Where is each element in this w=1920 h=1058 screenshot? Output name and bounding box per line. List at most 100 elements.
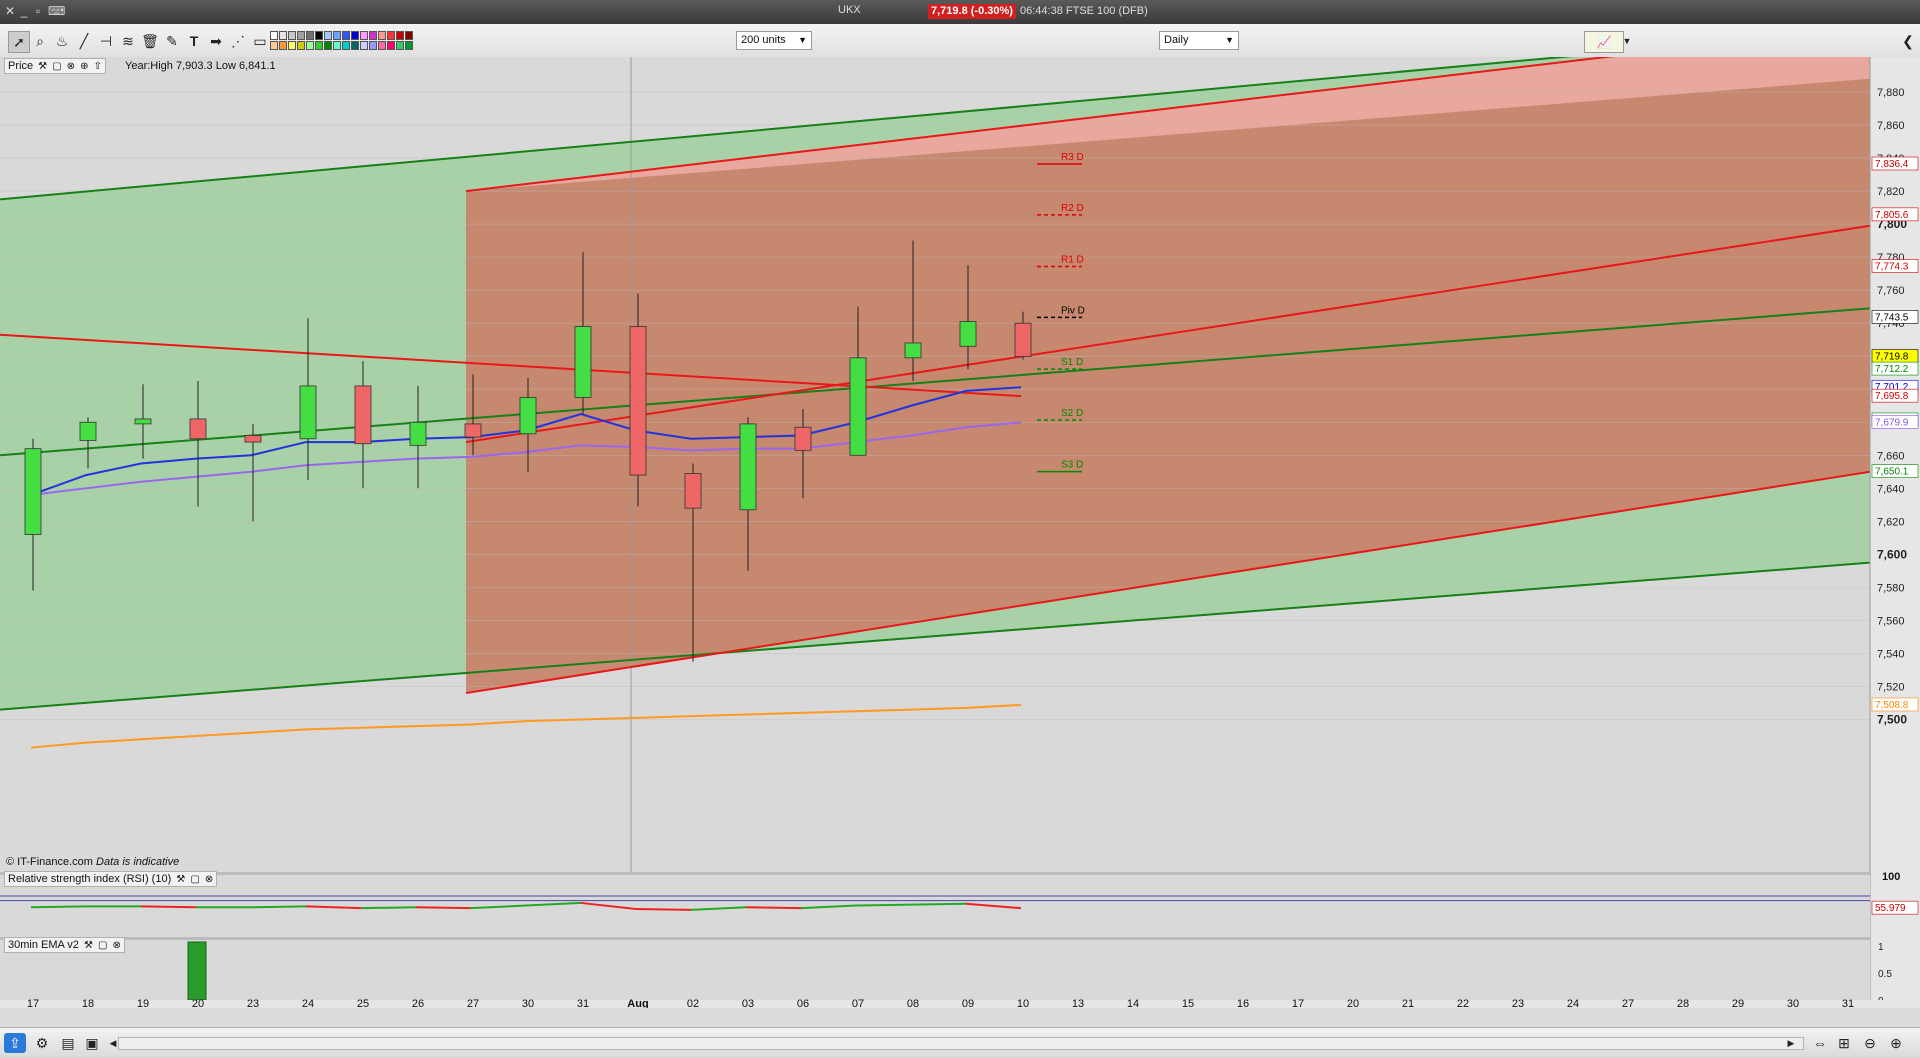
color-swatch[interactable]: [270, 31, 278, 40]
y-tick-label: 7,640: [1877, 483, 1905, 495]
color-swatch[interactable]: [342, 41, 350, 50]
share-icon[interactable]: ⇪: [4, 1033, 26, 1053]
color-swatch[interactable]: [270, 41, 278, 50]
wrench-icon[interactable]: ⚒: [38, 60, 47, 74]
alarm-tool-icon[interactable]: ♨: [52, 31, 72, 51]
y-tick-label: 7,580: [1877, 582, 1905, 594]
zoom-in-icon[interactable]: ⊕: [1886, 1033, 1906, 1053]
settings-icon[interactable]: ⚙: [32, 1033, 52, 1053]
rectangle-tool-icon[interactable]: ▭: [250, 31, 270, 51]
rsi-value-label: 55.979: [1875, 903, 1906, 914]
color-swatch[interactable]: [288, 31, 296, 40]
x-tick-label: 17: [1292, 998, 1304, 1008]
maximize-window-icon[interactable]: ▫: [32, 4, 44, 18]
color-swatch[interactable]: [369, 31, 377, 40]
text-tool-icon[interactable]: T: [184, 31, 204, 51]
fit-chart-icon[interactable]: ⇔: [1810, 1033, 1830, 1053]
units-select[interactable]: 200 units ▼: [736, 31, 812, 50]
ema-tick-label: 1: [1878, 942, 1884, 953]
color-swatch[interactable]: [315, 31, 323, 40]
chart-canvas[interactable]: R3 D R2 D R1 D Piv D S1 D S2 D S3 D 7,500 7,520…: [0, 57, 1920, 1008]
color-swatch[interactable]: [306, 31, 314, 40]
rsi-max-label: 100: [1882, 871, 1900, 883]
window-icon[interactable]: ▢: [98, 939, 107, 953]
color-swatch[interactable]: [387, 31, 395, 40]
keyboard-icon[interactable]: ⌨: [48, 4, 65, 18]
x-tick-label: 20: [1347, 998, 1359, 1008]
table-icon[interactable]: ▤: [58, 1033, 78, 1053]
color-palette[interactable]: [270, 31, 413, 50]
color-swatch[interactable]: [405, 31, 413, 40]
color-swatch[interactable]: [369, 41, 377, 50]
period-select[interactable]: Daily ▼: [1159, 31, 1239, 50]
x-tick-label: 24: [302, 998, 314, 1008]
rsi-line-segment: [30, 905, 87, 909]
wrench-icon[interactable]: ⚒: [176, 873, 185, 887]
zoom-area-icon[interactable]: ⊞: [1834, 1033, 1854, 1053]
regression-channel-tool-icon[interactable]: ⋰: [228, 31, 248, 51]
add-indicator-icon[interactable]: ⊕: [80, 60, 88, 74]
x-tick-label: 14: [1127, 998, 1139, 1008]
color-swatch[interactable]: [342, 31, 350, 40]
chevron-down-icon: ▼: [798, 35, 807, 45]
bullish-candle: [959, 321, 977, 347]
notes-icon[interactable]: ▣: [82, 1033, 102, 1053]
color-swatch[interactable]: [279, 31, 287, 40]
color-swatch[interactable]: [333, 31, 341, 40]
y-tick-label: 7,540: [1877, 648, 1905, 660]
window-icon[interactable]: ▢: [190, 873, 199, 887]
minimize-window-icon[interactable]: _: [18, 4, 30, 18]
color-swatch[interactable]: [279, 41, 287, 50]
color-swatch[interactable]: [333, 41, 341, 50]
pointer-tool-icon[interactable]: ➚: [8, 31, 30, 53]
collapse-panel-icon[interactable]: ❮: [1900, 31, 1916, 51]
x-tick-label: 24: [1567, 998, 1579, 1008]
x-tick-label: 03: [742, 998, 754, 1008]
color-swatch[interactable]: [378, 41, 386, 50]
close-window-icon[interactable]: ✕: [4, 4, 16, 18]
delete-tool-icon[interactable]: 🗑: [140, 31, 160, 51]
color-swatch[interactable]: [387, 41, 395, 50]
color-swatch[interactable]: [297, 41, 305, 50]
close-icon[interactable]: ⊗: [113, 939, 121, 953]
bullish-candle: [849, 357, 867, 456]
color-swatch[interactable]: [288, 41, 296, 50]
color-swatch[interactable]: [360, 31, 368, 40]
zoom-tool-icon[interactable]: ⌕: [30, 31, 50, 51]
zoom-out-icon[interactable]: ⊖: [1860, 1033, 1880, 1053]
trendline-tool-icon[interactable]: ╱: [74, 31, 94, 51]
chevron-down-icon[interactable]: ▼: [1622, 31, 1632, 51]
color-swatch[interactable]: [324, 41, 332, 50]
chart-area[interactable]: R3 D R2 D R1 D Piv D S1 D S2 D S3 D 7,500 7,520…: [0, 57, 1920, 1008]
color-swatch[interactable]: [396, 31, 404, 40]
color-swatch[interactable]: [405, 41, 413, 50]
horizontal-scrollbar[interactable]: [118, 1037, 1804, 1050]
chart-style-icon[interactable]: 📈: [1584, 31, 1624, 53]
color-swatch[interactable]: [306, 41, 314, 50]
wrench-tool-icon[interactable]: ✎: [162, 31, 182, 51]
color-swatch[interactable]: [297, 31, 305, 40]
scroll-right-icon[interactable]: ▶: [1786, 1033, 1796, 1053]
price-axis-background: [1870, 57, 1920, 1008]
color-swatch[interactable]: [378, 31, 386, 40]
color-swatch[interactable]: [351, 31, 359, 40]
horizontal-line-tool-icon[interactable]: ⊣: [96, 31, 116, 51]
color-swatch[interactable]: [315, 41, 323, 50]
color-swatch[interactable]: [396, 41, 404, 50]
color-swatch[interactable]: [360, 41, 368, 50]
close-icon[interactable]: ⊗: [205, 873, 213, 887]
close-icon[interactable]: ⊗: [67, 60, 75, 74]
x-tick-label: 18: [82, 998, 94, 1008]
wrench-icon[interactable]: ⚒: [84, 939, 93, 953]
x-tick-label: Aug: [627, 998, 648, 1008]
color-swatch[interactable]: [351, 41, 359, 50]
window-icon[interactable]: ▢: [52, 60, 61, 74]
title-bar: ✕ _ ▫ ⌨ UKX 7,719.8 (-0.30%) 06:44:38 FT…: [0, 0, 1920, 24]
x-tick-label: 31: [1842, 998, 1854, 1008]
ticker-symbol[interactable]: UKX: [838, 4, 861, 16]
scroll-left-icon[interactable]: ◀: [108, 1033, 118, 1053]
arrow-up-icon[interactable]: ⇧: [94, 60, 102, 74]
arrow-tool-icon[interactable]: ➡: [206, 31, 226, 51]
fibonacci-tool-icon[interactable]: ≋: [118, 31, 138, 51]
color-swatch[interactable]: [324, 31, 332, 40]
